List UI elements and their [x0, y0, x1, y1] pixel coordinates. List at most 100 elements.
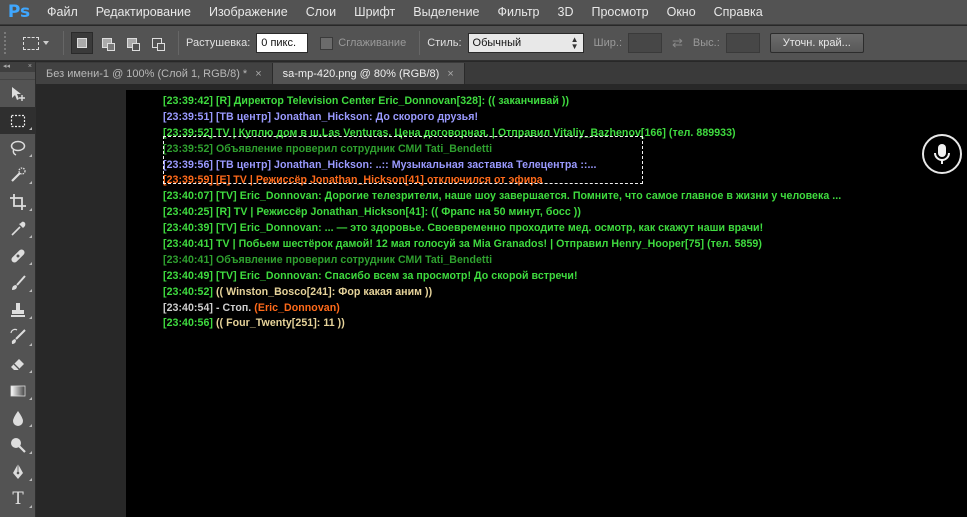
document-tab-bar: Без имени-1 @ 100% (Слой 1, RGB/8) * × s… [36, 62, 967, 84]
add-to-selection-button[interactable] [96, 32, 118, 54]
feather-input[interactable] [256, 33, 309, 53]
photoshop-logo: Ps [7, 2, 31, 22]
options-bar-grip[interactable] [4, 32, 10, 54]
pen-tool-icon[interactable] [0, 458, 36, 485]
brush-tool-icon[interactable] [0, 269, 36, 296]
refine-edge-button[interactable]: Уточн. край... [769, 33, 864, 53]
marquee-selection[interactable] [163, 136, 643, 184]
menu-file[interactable]: Файл [38, 0, 87, 25]
menu-edit[interactable]: Редактирование [87, 0, 200, 25]
menu-layers[interactable]: Слои [297, 0, 345, 25]
type-tool-glyph: T [12, 488, 24, 509]
options-bar: Растушевка: Сглаживание Стиль: Обычный ▲… [0, 26, 967, 61]
menu-select[interactable]: Выделение [404, 0, 488, 25]
swap-dimensions-icon[interactable]: ⇄ [672, 35, 683, 51]
chat-line: [23:40:49] [TV] Eric_Donnovan: Спасибо в… [163, 269, 841, 285]
chat-segment: [23:40:54] [163, 301, 213, 314]
chevron-down-icon [43, 41, 49, 45]
subtract-from-selection-button[interactable] [121, 32, 143, 54]
collapse-panel-icon[interactable]: ◂◂ [3, 62, 10, 72]
eraser-tool-icon[interactable] [0, 350, 36, 377]
style-label: Стиль: [427, 37, 462, 49]
chat-line: [23:40:39] [TV] Eric_Donnovan: ... — это… [163, 221, 841, 237]
width-input[interactable] [628, 33, 663, 53]
new-selection-button[interactable] [71, 32, 93, 54]
chat-line: [23:40:56] (( Four_Twenty[251]: 11 )) [163, 316, 841, 332]
chat-line: [23:40:41] Объявление проверил сотрудник… [163, 253, 841, 269]
menu-filter[interactable]: Фильтр [489, 0, 549, 25]
add-selection-icon [102, 38, 115, 51]
chat-segment: - Стоп. [212, 301, 255, 314]
chat-line: [23:39:51] [ТВ центр] Jonathan_Hickson: … [163, 110, 841, 126]
tab-untitled-1[interactable]: Без имени-1 @ 100% (Слой 1, RGB/8) * × [36, 63, 273, 84]
chat-line: [23:40:41] TV | Побьем шестёрок дамой! 1… [163, 237, 841, 253]
chat-line: [23:40:54] - Стоп. (Eric_Donnovan) [163, 301, 841, 317]
move-tool-icon[interactable] [0, 80, 36, 107]
separator [63, 31, 64, 55]
chat-line: [23:40:25] [R] TV | Режиссёр Jonathan_Hi… [163, 205, 841, 221]
tools-panel-header: ◂◂ × [0, 62, 35, 72]
close-icon[interactable]: × [447, 68, 453, 80]
crop-tool-icon[interactable] [0, 188, 36, 215]
chat-segment: [23:40:41] TV | Побьем шестёрок дамой! 1… [163, 238, 762, 251]
chat-segment: [23:40:25] [R] TV | Режиссёр Jonathan_Hi… [163, 206, 581, 219]
chat-segment: (( Winston_Bosco[241]: Фор какая аним )) [212, 285, 433, 298]
close-icon[interactable]: × [255, 68, 261, 80]
menu-view[interactable]: Просмотр [583, 0, 658, 25]
tools-panel: ◂◂ × T [0, 62, 36, 517]
tab-label: sa-mp-420.png @ 80% (RGB/8) [282, 67, 440, 80]
separator [419, 31, 421, 55]
intersect-selection-button[interactable] [146, 32, 168, 54]
lasso-tool-icon[interactable] [0, 134, 36, 161]
chat-log: [23:39:42] [R] Директор Television Cente… [163, 94, 841, 332]
separator [178, 31, 179, 55]
height-input[interactable] [725, 33, 760, 53]
antialias-checkbox[interactable] [320, 36, 334, 50]
chat-segment: [23:40:07] [TV] Eric_Donnovan: Дорогие т… [163, 190, 842, 203]
eyedropper-tool-icon[interactable] [0, 215, 36, 242]
rect-marquee-tool-icon[interactable] [0, 107, 36, 134]
menu-type[interactable]: Шрифт [345, 0, 404, 25]
microphone-button[interactable] [922, 134, 962, 174]
style-select[interactable]: Обычный ▲ ▼ [467, 33, 584, 53]
clone-stamp-tool-icon[interactable] [0, 296, 36, 323]
chat-segment: (( Four_Twenty[251]: 11 )) [212, 317, 345, 330]
chat-segment: [23:40:56] [163, 317, 213, 330]
menu-3d[interactable]: 3D [549, 0, 583, 25]
rect-marquee-icon [23, 36, 39, 50]
chat-line: [23:40:52] (( Winston_Bosco[241]: Фор ка… [163, 285, 841, 301]
history-brush-tool-icon[interactable] [0, 323, 36, 350]
document-work-area: [23:39:42] [R] Директор Television Cente… [36, 84, 967, 517]
menu-window[interactable]: Окно [658, 0, 705, 25]
chat-line: [23:40:07] [TV] Eric_Donnovan: Дорогие т… [163, 189, 841, 205]
menu-help[interactable]: Справка [705, 0, 772, 25]
tab-sa-mp-420[interactable]: sa-mp-420.png @ 80% (RGB/8) × [272, 63, 465, 84]
chat-segment: [23:39:51] [ТВ центр] Jonathan_Hickson: … [163, 110, 479, 123]
subtract-selection-icon [127, 38, 140, 51]
chat-segment: [23:40:49] [TV] Eric_Donnovan: Спасибо в… [163, 269, 578, 282]
menu-image[interactable]: Изображение [200, 0, 297, 25]
gradient-tool-icon[interactable] [0, 377, 36, 404]
blur-tool-icon[interactable] [0, 404, 36, 431]
chat-segment: [23:40:39] [TV] Eric_Donnovan: ... — это… [163, 222, 764, 235]
chat-segment: [23:39:42] [R] Директор Television Cente… [163, 95, 570, 107]
chat-segment: [23:40:52] [163, 285, 213, 298]
intersect-selection-icon [152, 38, 165, 51]
close-panel-icon[interactable]: × [28, 62, 32, 72]
menu-bar: Ps Файл Редактирование Изображение Слои … [0, 0, 967, 25]
tab-label: Без имени-1 @ 100% (Слой 1, RGB/8) * [46, 67, 248, 80]
tools-panel-grip[interactable] [0, 72, 35, 80]
antialias-label: Сглаживание [338, 37, 407, 49]
type-tool-icon[interactable]: T [0, 485, 36, 512]
tool-preset-picker[interactable] [16, 30, 56, 56]
quick-select-tool-icon[interactable] [0, 161, 36, 188]
style-select-value: Обычный [472, 37, 522, 49]
chat-line: [23:39:42] [R] Директор Television Cente… [163, 94, 841, 110]
document-canvas[interactable]: [23:39:42] [R] Директор Television Cente… [126, 90, 967, 517]
updown-arrows-icon: ▲ ▼ [570, 35, 579, 51]
width-label: Шир.: [593, 37, 623, 49]
chat-segment: [23:40:41] [163, 253, 213, 266]
dodge-tool-icon[interactable] [0, 431, 36, 458]
healing-brush-tool-icon[interactable] [0, 242, 36, 269]
feather-label: Растушевка: [186, 37, 251, 49]
